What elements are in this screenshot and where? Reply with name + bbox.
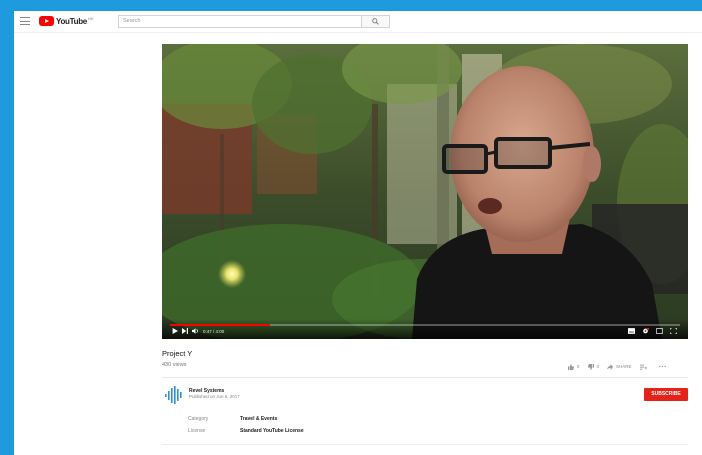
time-display: 0:47 / 4:00 xyxy=(203,329,225,334)
theater-mode-icon[interactable] xyxy=(656,328,663,334)
next-icon[interactable] xyxy=(182,328,188,334)
search-button[interactable] xyxy=(362,15,390,28)
divider xyxy=(162,444,688,445)
thumbs-down-icon[interactable] xyxy=(587,363,594,370)
like-count: 0 xyxy=(577,364,580,369)
masthead: YouTube HK Search xyxy=(14,11,702,33)
logo-text: YouTube xyxy=(56,16,87,26)
video-actions: 0 0 SHARE xyxy=(568,362,666,371)
settings-gear-icon[interactable] xyxy=(642,328,649,334)
more-options-icon[interactable] xyxy=(658,365,666,368)
add-to-playlist-icon[interactable] xyxy=(639,364,647,370)
player-controls: 0:47 / 4:00 xyxy=(162,319,688,339)
youtube-logo[interactable]: YouTube HK xyxy=(39,15,94,27)
divider xyxy=(162,377,688,378)
subscribe-button[interactable]: SUBSCRIBE xyxy=(644,388,688,401)
dislike-count: 0 xyxy=(596,364,600,369)
publish-date: Published on Jun 6, 2017 xyxy=(189,394,240,399)
share-label[interactable]: SHARE xyxy=(616,364,632,369)
meta-key-category: Category xyxy=(188,416,209,422)
share-icon[interactable] xyxy=(607,363,614,370)
meta-key-license: License xyxy=(188,428,206,434)
meta-value-category[interactable]: Travel & Events xyxy=(240,416,277,422)
search-icon xyxy=(372,18,379,25)
search-input[interactable]: Search xyxy=(118,15,362,28)
thumbs-up-icon[interactable] xyxy=(568,363,574,370)
progress-fill xyxy=(170,324,270,326)
youtube-play-icon xyxy=(39,16,54,26)
subtitles-icon[interactable] xyxy=(628,328,635,334)
browser-window: YouTube HK Search 0:47 / 4:00 Project Y … xyxy=(14,11,702,455)
video-title: Project Y xyxy=(162,349,193,358)
video-player[interactable]: 0:47 / 4:00 xyxy=(162,44,688,339)
play-icon[interactable] xyxy=(172,328,178,334)
volume-icon[interactable] xyxy=(192,328,199,334)
meta-value-license: Standard YouTube License xyxy=(240,428,304,434)
channel-avatar[interactable] xyxy=(164,385,184,405)
hamburger-menu-icon[interactable] xyxy=(20,17,30,25)
progress-bar[interactable] xyxy=(170,324,680,326)
video-frame xyxy=(162,44,688,339)
view-count: 430 views xyxy=(162,362,187,368)
logo-region: HK xyxy=(87,16,94,21)
fullscreen-icon[interactable] xyxy=(670,328,677,334)
